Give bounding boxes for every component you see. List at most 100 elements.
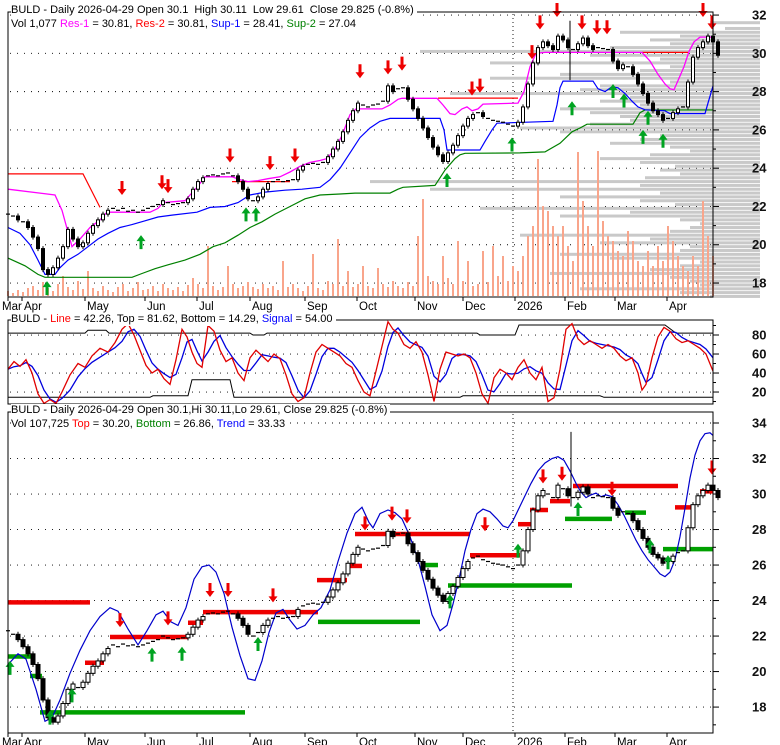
y-axis-label: 32 [752,8,766,23]
x-axis-label: Dec [465,301,486,313]
sell-arrow-icon [163,179,173,194]
y-axis-label: 20 [752,385,766,400]
x-axis-label: Apr [24,301,42,313]
y-axis-label: 24 [752,161,767,176]
sell-arrow-icon [205,583,215,598]
sell-arrow-icon [557,466,567,481]
x-axis-label: Mar [617,737,637,745]
trend-label: Trend [216,418,246,430]
sell-arrow-icon [602,20,612,35]
x-axis-label: Apr [24,737,42,745]
y-axis-label: 18 [752,276,766,291]
x-axis-label: Nov [417,737,438,745]
panel3-volume-label: Vol 107,725 [11,418,72,430]
candles-layer [6,33,720,277]
panel3-title: BULD - Daily 2026-04-29 Open 30.1,Hi 30.… [11,404,391,417]
volume-bars [7,151,714,296]
sell-arrow-icon [225,148,235,163]
x-axis-label: Nov [417,301,438,313]
panel-main-daily: 3230282624222018Mar Apr May Jun Jul Aug Sep Oct… [2,2,767,313]
x-axis-label: Mar [2,301,22,313]
sell-arrow-icon [480,517,490,532]
y-axis-label: 28 [752,522,766,537]
sell-arrow-icon [698,2,708,17]
buy-arrow-icon [251,207,261,222]
volume-profile [370,21,760,298]
y-axis-label: 28 [752,84,766,99]
sell-arrow-icon [397,56,407,71]
x-axis-label: Apr [669,301,687,313]
x-axis-label: Apr [669,737,687,745]
bottom-value: = 26.86, [170,418,217,430]
sell-arrow-icon [290,148,300,163]
res1-value: = 30.81, [89,18,136,30]
sell-arrow-icon [360,516,370,531]
sell-arrow-icon [707,460,717,475]
x-axis-label: Aug [252,301,272,313]
x-axis-label: Sep [307,301,327,313]
sell-arrow-icon [592,20,602,35]
panel1-legend: Vol 1,077 Res-1 = 30.81, Res-2 = 30.81, … [11,18,359,31]
bottom-label: Bottom [135,418,171,430]
x-axis-label: Dec [465,737,486,745]
sell-arrow-icon [475,78,485,93]
buy-arrow-icon [5,660,15,675]
buy-arrow-icon [136,235,146,250]
sell-arrow-icon [535,15,545,30]
x-axis-label: Mar [617,301,637,313]
buy-arrow-icon [253,636,263,651]
candles-layer [6,482,721,725]
line-oscillator [7,320,714,406]
osc-mid-values: = 42.26, Top = 81.62, Bottom = 14.29, [70,313,262,325]
y-axis-label: 26 [752,122,766,137]
x-axis-label: Mar [2,737,22,745]
buy-arrow-icon [241,207,251,222]
x-axis-label: Sep [307,737,327,745]
y-axis-label: 24 [752,593,767,608]
panel3-title-text: BULD - Daily 2026-04-29 Open 30.1,Hi 30.… [11,404,388,416]
panel-oscillator: 80 60 40 20 [7,319,766,406]
sup1-value: = 28.41, [240,18,287,30]
res1-label: Res-1 [59,18,90,30]
x-axis-label: Oct [359,737,378,745]
top-label: Top [71,418,90,430]
sell-arrow-icon [117,180,127,195]
sell-arrow-icon [577,15,587,30]
buy-arrow-icon [507,137,517,152]
panel1-title: BULD - Daily 2026-04-29 Open 30.1 High 3… [11,4,417,17]
y-axis-label: 22 [752,199,766,214]
x-axis-label: Jul [199,737,214,745]
sell-arrow-icon [265,156,275,171]
x-axis-label: 2026 [517,737,543,745]
charting-app-window: 32 30 28 26 24 22 20 18 Mar Apr May Jun Jul Aug Sep Oct… [0,0,780,745]
panel3-legend: Vol 107,725 Top = 30.20, Bottom = 26.86,… [11,418,289,431]
sell-arrow-icon [383,60,393,75]
panel1-title-text: BULD - Daily 2026-04-29 Open 30.1 High 3… [11,4,414,16]
res2-value: = 30.81, [164,18,211,30]
line-Trend [7,432,714,723]
trend-value: = 33.33 [245,418,286,430]
sup2-label: Sup-2 [286,18,316,30]
chart-canvas[interactable]: 3230282624222018Mar Apr May Jun Jul Aug Sep Oct… [0,0,780,745]
x-axis-label: 2026 [517,301,543,313]
y-axis-label: 80 [752,328,766,343]
line-top-band [8,324,713,336]
top-value: = 30.20, [89,418,136,430]
y-axis-label: 20 [752,664,766,679]
sell-arrow-icon [402,509,412,524]
panel1-volume-label: Vol 1,077 [11,18,60,30]
line-bottom-band [8,379,713,398]
line-signal [7,327,714,403]
x-axis-label: Oct [359,301,378,313]
sell-arrow-icon [552,2,562,17]
y-axis-label: 18 [752,700,766,715]
x-axis-label: Aug [252,737,272,745]
sell-arrow-icon [387,506,397,521]
osc-line-label: Line [50,313,71,325]
osc-signal-value: = 54.00 [292,313,333,325]
panel-daily-2: 343230282624222018Mar Apr May Jun Jul Aug Sep O… [2,411,767,745]
x-axis-label: May [87,737,109,745]
x-axis-label: Feb [567,301,587,313]
y-axis-label: 30 [752,487,766,502]
y-axis-label: 32 [752,451,766,466]
